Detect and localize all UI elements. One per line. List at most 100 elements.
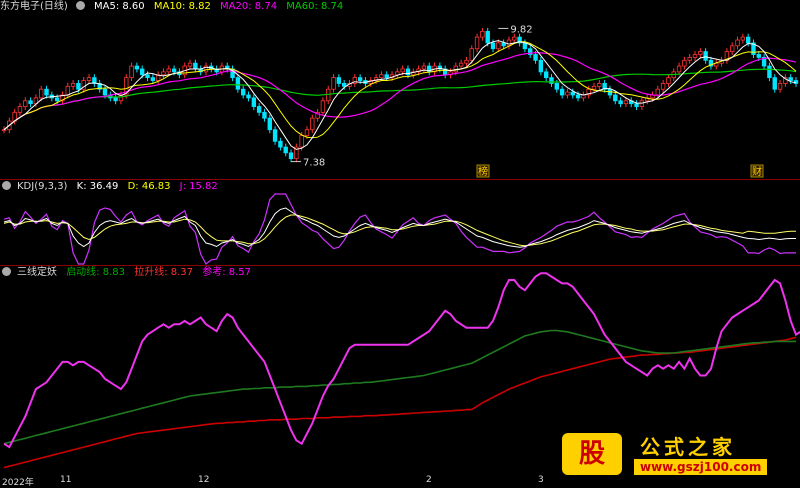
candle-body xyxy=(682,59,687,67)
candle-body xyxy=(166,68,171,73)
candle-body xyxy=(666,77,671,84)
candle-body xyxy=(676,65,682,73)
candle-body xyxy=(533,54,538,61)
candle-body xyxy=(772,77,777,90)
candle-body xyxy=(613,94,618,102)
candle-body xyxy=(54,97,60,102)
watermark-title: 公式之家 xyxy=(640,435,736,459)
candle-body xyxy=(788,77,793,81)
candle-body xyxy=(554,83,560,90)
candle-body xyxy=(421,65,427,70)
event-marker-label: 财 xyxy=(752,165,762,178)
candle-body xyxy=(171,68,177,73)
candle-body xyxy=(618,100,623,105)
ma5-line xyxy=(3,40,797,150)
candle-body xyxy=(591,85,597,90)
candle-body xyxy=(113,97,118,102)
candle-body xyxy=(538,59,544,73)
candle-body xyxy=(262,111,267,119)
candle-body xyxy=(267,117,272,131)
candle-body xyxy=(304,129,310,136)
candle-body xyxy=(256,106,262,113)
candle-body xyxy=(65,85,70,96)
candle-body xyxy=(485,30,490,44)
kdj-panel: KDJ(9,3,3) K: 36.49 D: 46.83 J: 15.82 xyxy=(0,180,800,266)
candle-body xyxy=(379,74,384,79)
candle-body xyxy=(698,51,703,55)
candle-body xyxy=(140,68,145,76)
candle-body xyxy=(692,54,698,58)
candle-body xyxy=(501,42,506,47)
kdj-chart[interactable] xyxy=(0,180,800,266)
candle-body xyxy=(512,36,517,41)
candle-body xyxy=(235,77,241,90)
candle-body xyxy=(240,88,246,96)
candle-body xyxy=(272,129,278,142)
ma20-line xyxy=(3,51,797,131)
event-marker-label: 榜 xyxy=(478,165,488,178)
candle-body xyxy=(288,152,294,160)
candle-body xyxy=(23,100,28,107)
candle-body xyxy=(129,65,134,79)
x-tick-label: 12 xyxy=(198,475,210,485)
high-label: 9.82 xyxy=(510,24,532,35)
candle-body xyxy=(150,77,156,81)
candle-body xyxy=(39,88,44,99)
candle-body xyxy=(161,71,166,76)
candle-body xyxy=(464,59,469,64)
candle-body xyxy=(70,83,76,87)
candle-body xyxy=(474,36,480,50)
candle-body xyxy=(543,71,549,79)
candle-body xyxy=(575,94,581,99)
candle-body xyxy=(17,106,23,113)
candle-body xyxy=(193,62,198,70)
candle-body xyxy=(735,39,740,47)
candle-body xyxy=(357,77,363,81)
candle-body xyxy=(400,68,405,73)
x-tick-label: 11 xyxy=(60,475,72,485)
candle-body xyxy=(283,146,288,154)
x-tick-label: 3 xyxy=(538,475,544,485)
candle-body xyxy=(86,77,92,81)
candle-body xyxy=(687,56,692,61)
candle-body xyxy=(187,62,193,67)
candle-body xyxy=(458,62,464,67)
candle-body xyxy=(756,54,761,58)
candle-body xyxy=(730,45,735,53)
candle-body xyxy=(777,83,783,90)
candle-body xyxy=(145,74,150,79)
price-chart[interactable]: 9.82 7.38 榜 财 xyxy=(0,0,800,180)
candle-body xyxy=(496,42,501,50)
candle-body xyxy=(565,91,570,96)
candle-body xyxy=(490,42,496,50)
candle-body xyxy=(559,88,565,96)
watermark-logo: 股 xyxy=(562,433,622,475)
candle-body xyxy=(251,97,257,107)
watermark: 股 公式之家 www.gszj100.com xyxy=(562,431,792,479)
candle-body xyxy=(480,30,485,38)
candle-body xyxy=(597,83,602,87)
candle-body xyxy=(299,135,304,148)
candle-body xyxy=(320,100,326,113)
cankao-line xyxy=(3,272,800,449)
candle-body xyxy=(310,117,315,131)
candle-body xyxy=(740,36,746,41)
candle-body xyxy=(384,74,389,79)
candle-body xyxy=(246,94,251,99)
candle-body xyxy=(331,77,336,90)
candle-body xyxy=(745,36,751,44)
candle-body xyxy=(341,83,347,87)
candle-body xyxy=(44,88,49,96)
candle-body xyxy=(767,65,772,79)
candle-body xyxy=(1,129,7,132)
candle-body xyxy=(278,140,283,148)
candle-body xyxy=(134,65,140,70)
candle-body xyxy=(570,91,575,96)
candle-body xyxy=(634,103,639,107)
candle-body xyxy=(76,83,81,90)
candle-body xyxy=(639,100,645,107)
low-label: 7.38 xyxy=(303,158,325,169)
watermark-url: www.gszj100.com xyxy=(634,459,768,475)
candle-body xyxy=(336,77,342,84)
x-tick-label: 2022年 xyxy=(2,478,34,488)
